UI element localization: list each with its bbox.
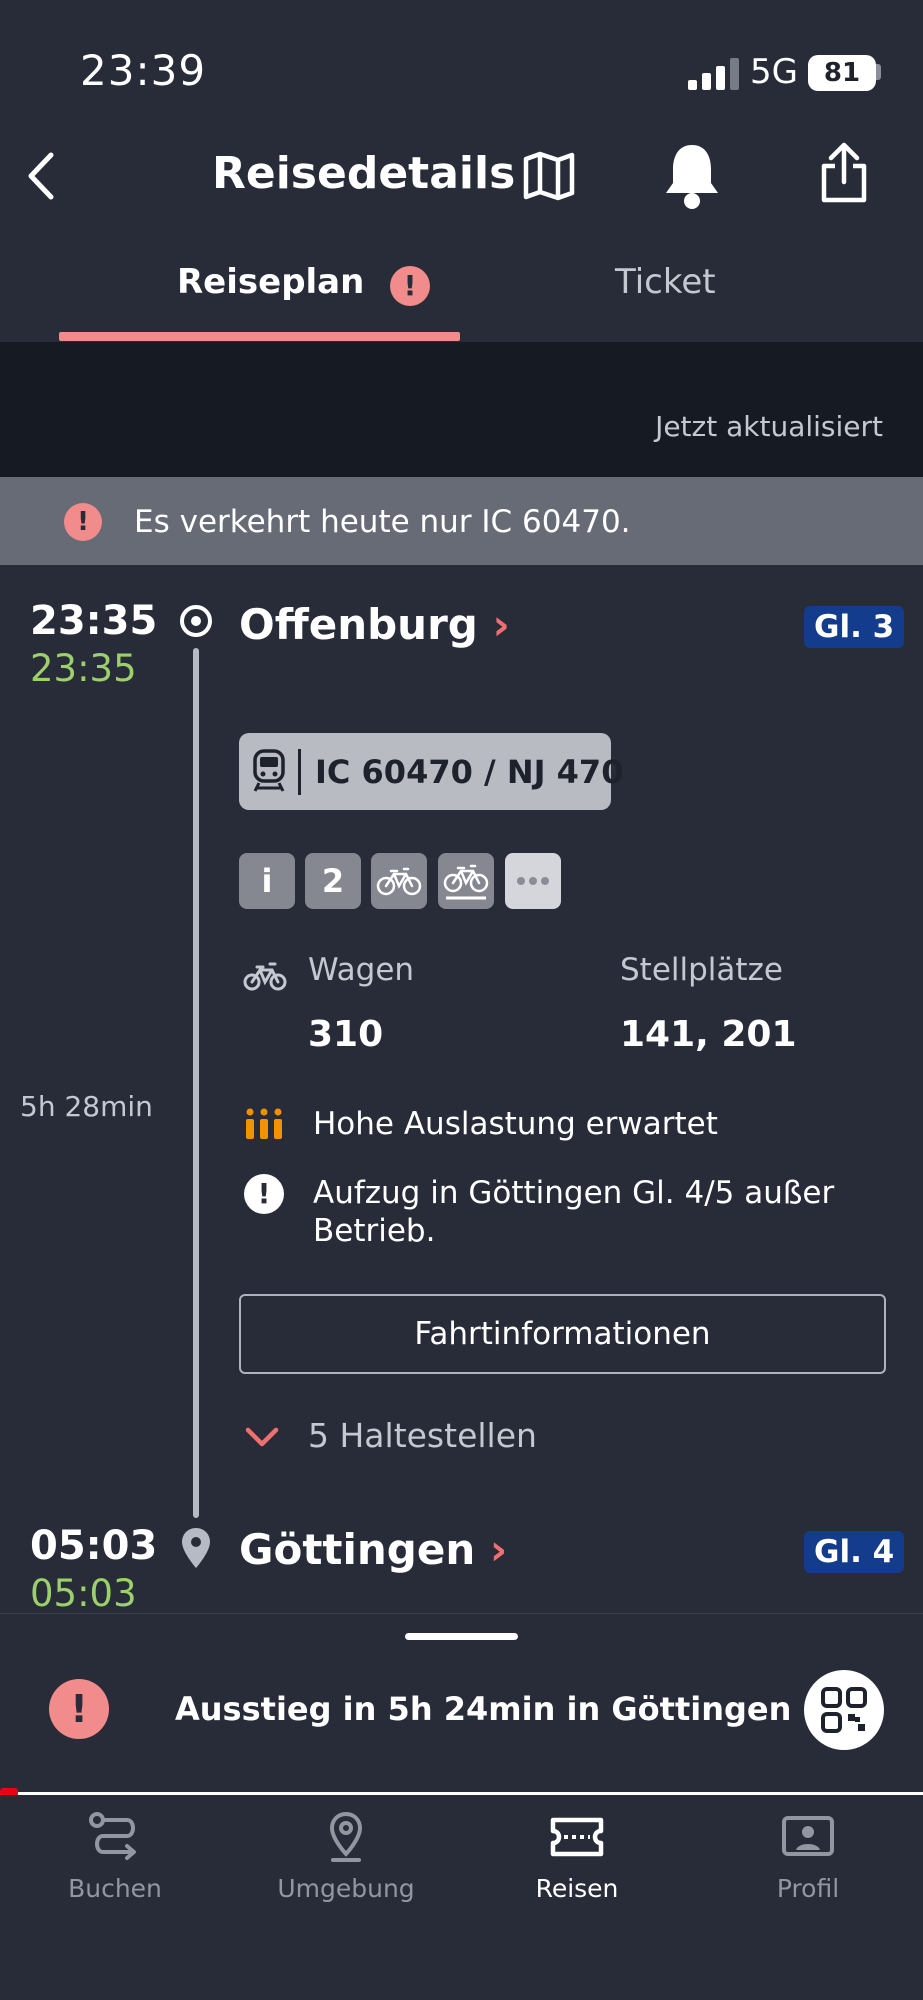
train-name: IC 60470 / NJ 470 <box>315 753 624 791</box>
updated-text: Jetzt aktualisiert <box>655 410 883 443</box>
tab-label: Reiseplan <box>177 262 365 302</box>
map-button[interactable] <box>518 148 580 204</box>
arrival-station: Göttingen <box>239 1525 476 1574</box>
signal-icon <box>688 58 739 90</box>
back-button[interactable] <box>14 148 66 204</box>
nav-item-profil[interactable]: Profil <box>693 1810 923 1903</box>
page-title: Reisedetails <box>212 148 516 199</box>
nav-item-umgebung[interactable]: Umgebung <box>231 1810 461 1903</box>
chevron-right-icon: › <box>489 1525 508 1574</box>
stellplaetze-value: 141, 201 <box>620 1014 797 1055</box>
arrival-platform-badge: Gl. 4 <box>804 1531 905 1573</box>
tab-reiseplan[interactable]: Reiseplan <box>177 262 364 302</box>
qr-code-button[interactable] <box>804 1670 884 1750</box>
exit-info-text: Ausstieg in 5h 24min in Göttingen <box>175 1690 792 1728</box>
map-icon <box>523 151 575 201</box>
chevron-down-icon <box>245 1427 279 1447</box>
bell-button[interactable] <box>662 140 722 212</box>
sheet-drag-handle[interactable] <box>405 1633 518 1640</box>
nav-label: Profil <box>776 1874 840 1903</box>
fahrtinformationen-button[interactable]: Fahrtinformationen <box>239 1294 886 1374</box>
second-class-icon[interactable]: 2 <box>305 853 361 909</box>
nav-item-buchen[interactable]: Buchen <box>0 1810 230 1903</box>
chevron-right-icon: › <box>492 600 510 649</box>
share-icon <box>821 142 867 203</box>
tab-ticket[interactable]: Ticket <box>615 262 716 302</box>
departure-origin-icon <box>180 605 212 637</box>
occupancy-text: Hohe Auslastung erwartet <box>313 1106 718 1142</box>
battery-indicator: 81 <box>808 55 876 91</box>
tab-label: Ticket <box>615 262 716 302</box>
warning-icon: ! <box>64 503 102 541</box>
wagen-value: 310 <box>308 1014 384 1055</box>
arrival-time-actual: 05:03 <box>30 1572 137 1615</box>
departure-time-actual: 23:35 <box>30 647 137 690</box>
arrival-time-planned: 05:03 <box>30 1523 158 1569</box>
train-badge-divider <box>298 749 301 795</box>
departure-station: Offenburg <box>239 600 478 649</box>
bicycle-icon <box>243 962 287 991</box>
battery-nub <box>876 64 881 80</box>
alert-text: Es verkehrt heute nur IC 60470. <box>134 504 631 540</box>
location-pin-icon <box>182 1528 210 1568</box>
warning-icon: ! <box>244 1174 284 1214</box>
wagen-label: Wagen <box>308 952 415 988</box>
chevron-left-icon <box>28 152 54 200</box>
timeline-line <box>193 648 199 1518</box>
nav-label: Umgebung <box>277 1874 415 1903</box>
departure-time-planned: 23:35 <box>30 598 158 644</box>
share-button[interactable] <box>814 140 874 206</box>
arrival-station-link[interactable]: Göttingen › <box>239 1525 507 1574</box>
route-icon <box>89 1812 136 1860</box>
stellplaetze-label: Stellplätze <box>620 952 783 988</box>
departure-station-link[interactable]: Offenburg › <box>239 600 510 649</box>
info-icon[interactable]: i <box>239 853 295 909</box>
qr-code-icon <box>821 1687 867 1733</box>
bell-icon <box>666 145 718 209</box>
bicycle-icon[interactable] <box>371 853 427 909</box>
tab-active-indicator <box>59 332 460 341</box>
ticket-icon <box>550 1817 604 1857</box>
occupancy-icon <box>246 1108 282 1139</box>
profile-icon <box>782 1816 834 1856</box>
more-icon[interactable] <box>505 853 561 909</box>
elevator-notice-text: Aufzug in Göttingen Gl. 4/5 außer Betrie… <box>313 1175 835 1249</box>
nav-item-reisen[interactable]: Reisen <box>462 1810 692 1903</box>
network-label: 5G <box>750 52 798 92</box>
nav-label: Reisen <box>535 1874 619 1903</box>
status-time: 23:39 <box>80 46 207 95</box>
tab-warning-badge: ! <box>390 266 430 306</box>
nav-label: Buchen <box>68 1874 162 1903</box>
train-icon <box>253 749 285 792</box>
bicycle-reservation-icon[interactable] <box>438 853 494 909</box>
departure-platform-badge: Gl. 3 <box>804 606 905 648</box>
location-pin-icon <box>329 1811 363 1862</box>
alert-icon[interactable]: ! <box>49 1679 109 1739</box>
haltestellen-label: 5 Haltestellen <box>308 1416 537 1455</box>
trip-duration: 5h 28min <box>20 1090 153 1123</box>
